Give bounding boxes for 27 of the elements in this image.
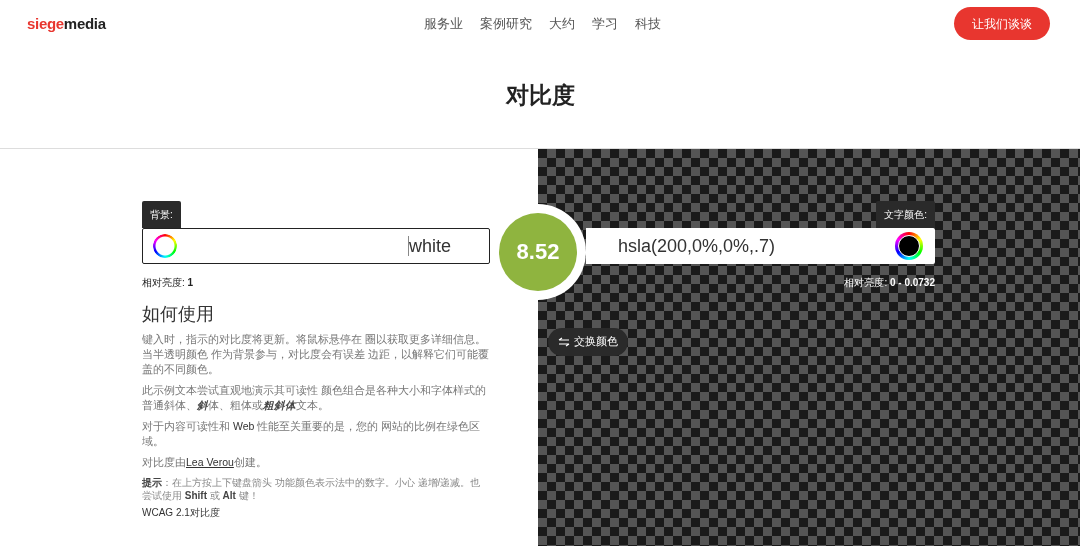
section-heading: WCAG 2.1对比度	[142, 506, 221, 520]
contrast-score: 8.52	[499, 213, 577, 291]
page-title: 对比度	[505, 80, 575, 110]
paragraph: 对于内容可读性和 Web 性能至关重要的是，您的 网站的比例在绿色区域。	[142, 419, 482, 449]
background-input[interactable]: white	[142, 228, 490, 264]
nav-link[interactable]: 科技	[635, 15, 661, 33]
contact-button[interactable]: 让我们谈谈	[954, 6, 1050, 40]
author-link[interactable]: Lea Verou	[186, 456, 234, 468]
credit-text: 对比度由Lea Verou创建。	[142, 455, 268, 470]
background-label: 背景:	[142, 201, 181, 228]
luminance-text: 相对亮度: 0 - 0.0732	[844, 276, 935, 290]
swap-icon	[558, 337, 570, 347]
tip-text: 提示：在上方按上下键盘箭头 功能颜色表示法中的数字。小心 递增/递减。也尝试使用 Shift 或 Alt 键！	[142, 476, 482, 502]
nav-link[interactable]: 案例研究	[480, 15, 532, 33]
text-color-label: 文字颜色:	[876, 201, 935, 228]
swap-colors-button[interactable]: 交换颜色	[548, 328, 628, 356]
paragraph: 键入时，指示的对比度将更新。将鼠标悬停在 圈以获取更多详细信息。当半透明颜色 作为背景参与，对比度会有误差 边距，以解释它们可能覆盖的不同颜色。	[142, 332, 490, 377]
nav-link[interactable]: 大约	[549, 15, 575, 33]
luminance-text: 相对亮度: 1	[142, 276, 195, 290]
section-heading: 如何使用	[142, 303, 215, 326]
nav-link[interactable]: 服务业	[424, 15, 463, 33]
color-wheel-icon[interactable]	[895, 232, 923, 260]
color-wheel-icon[interactable]	[153, 234, 177, 258]
logo[interactable]: siegemedia	[27, 14, 106, 32]
text-color-input[interactable]: hsla(200,0%,0%,.7)	[586, 228, 935, 264]
paragraph: 此示例文本尝试直观地演示其可读性 颜色组合是各种大小和字体样式的普通斜体、斜体、粗体或粗斜体文本。	[142, 383, 487, 413]
nav-link[interactable]: 学习	[592, 15, 618, 33]
